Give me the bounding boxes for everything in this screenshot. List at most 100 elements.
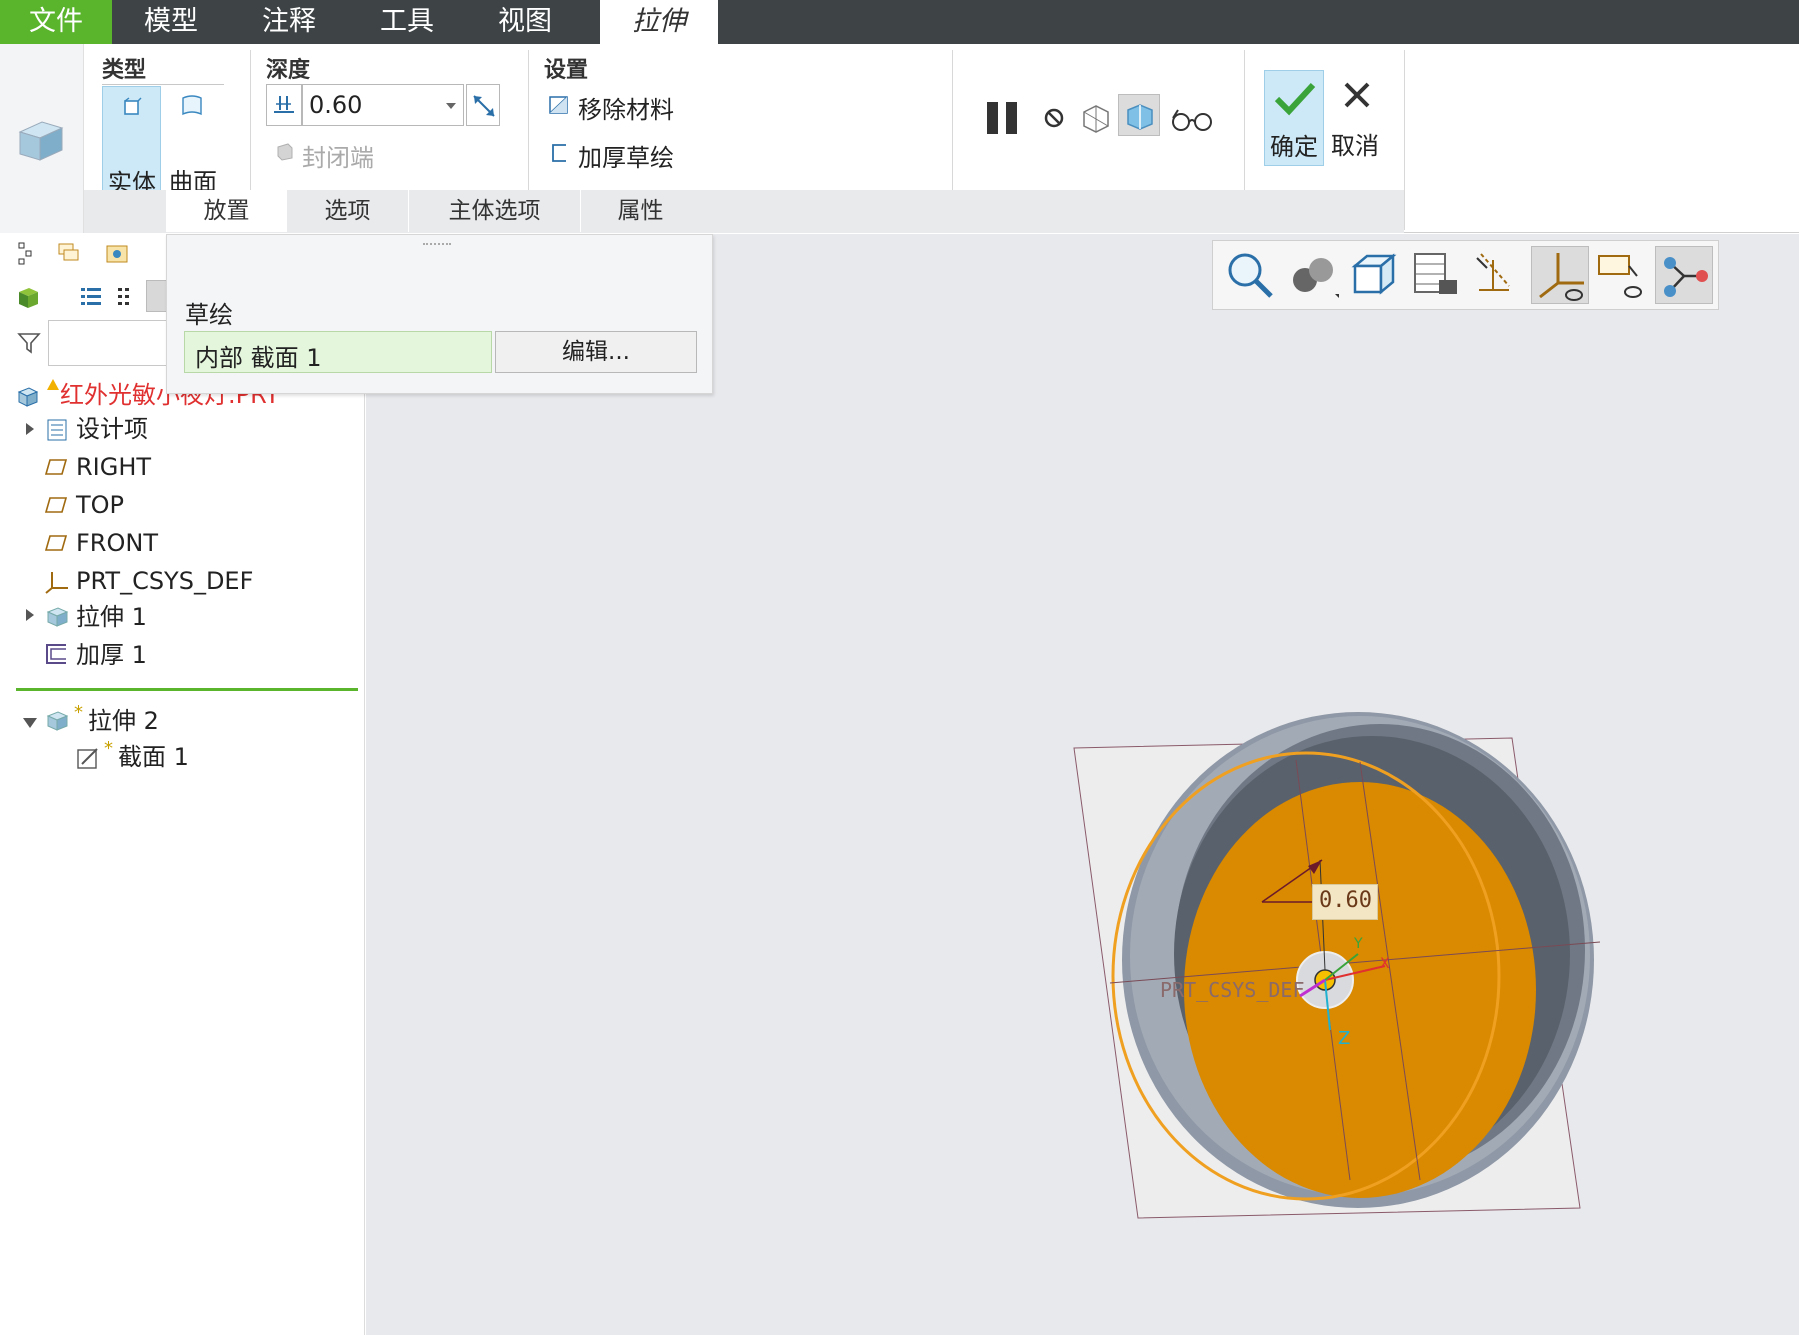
- preview-feature-button[interactable]: [1118, 94, 1160, 136]
- confirm-button[interactable]: 确定: [1264, 70, 1324, 166]
- collapse-arrow-icon[interactable]: [22, 716, 38, 730]
- cancel-button[interactable]: 取消: [1326, 70, 1386, 166]
- confirm-label: 确定: [1270, 133, 1318, 161]
- show-icon[interactable]: [16, 284, 42, 310]
- close-icon: [1344, 82, 1370, 108]
- menu-tab-model[interactable]: 模型: [112, 0, 230, 44]
- axis-y-label: Y: [1354, 936, 1363, 952]
- tab-body-options[interactable]: 主体选项: [408, 190, 580, 232]
- tree-item-extrude-2[interactable]: 拉伸 2: [88, 704, 159, 738]
- model-tree-icon[interactable]: [16, 240, 38, 266]
- thicken-sketch-checkbox[interactable]: 加厚草绘: [578, 138, 674, 173]
- depth-group-label: 深度: [266, 58, 311, 83]
- remove-material-icon: [549, 96, 568, 114]
- panel-toggle-button[interactable]: [146, 280, 168, 312]
- datum-display-button[interactable]: [1469, 246, 1527, 304]
- layer-tree-icon[interactable]: [56, 240, 82, 266]
- view-manager-button[interactable]: [1407, 246, 1465, 304]
- new-feature-marker: *: [74, 702, 83, 723]
- saved-views-button[interactable]: [1345, 246, 1403, 304]
- spin-center-button[interactable]: [1655, 246, 1713, 304]
- preview-feature-icon: [1127, 104, 1153, 130]
- depth-blind-icon: [274, 96, 294, 113]
- checkmark-icon: [1274, 82, 1316, 116]
- menu-tab-extrude[interactable]: 拉伸: [600, 0, 718, 44]
- extrude-feature-icon: [18, 121, 64, 161]
- edit-sketch-button[interactable]: 编辑...: [495, 331, 697, 373]
- zoom-fit-icon: [1228, 253, 1273, 298]
- tree-settings-icon[interactable]: [78, 284, 104, 310]
- tree-item-thicken-1[interactable]: 加厚 1: [76, 638, 147, 672]
- refit-button[interactable]: [1221, 246, 1279, 304]
- tree-columns-icon[interactable]: [116, 284, 132, 310]
- placement-panel: 草绘 内部 截面 1 编辑...: [166, 234, 713, 394]
- separator: [1404, 50, 1405, 230]
- depth-value: 0.60: [309, 91, 363, 119]
- pause-icon[interactable]: [984, 98, 1022, 138]
- tree-item-section-1[interactable]: 截面 1: [118, 740, 189, 774]
- preview-geometry-icon[interactable]: [1080, 102, 1112, 134]
- menu-bar: 文件 模型 注释 工具 视图 拉伸: [0, 0, 1799, 44]
- datum-plane-icon: [44, 535, 68, 551]
- separator: [1244, 50, 1245, 190]
- tree-item-extrude-1[interactable]: 拉伸 1: [76, 600, 147, 634]
- settings-group-label: 设置: [544, 58, 589, 83]
- menu-tab-view[interactable]: 视图: [466, 0, 584, 44]
- design-items-icon: [47, 419, 67, 441]
- surface-icon: [182, 95, 202, 116]
- no-preview-icon[interactable]: [1042, 106, 1066, 130]
- model-tree-panel: 红外光敏小夜灯.PRT 设计项 RIGHT TOP FRONT PRT_CSYS…: [0, 234, 365, 1335]
- separator: [952, 50, 953, 190]
- tree-item-front[interactable]: FRONT: [76, 526, 158, 560]
- axis-z-label: Z: [1338, 1028, 1351, 1049]
- flip-direction-icon: [473, 95, 495, 117]
- warning-icon: [47, 379, 59, 390]
- graphics-viewport[interactable]: 0.60 PRT_CSYS_DEF Z Y X: [366, 234, 1799, 1335]
- depth-dimension-tag[interactable]: 0.60: [1312, 884, 1378, 920]
- annotation-display-button[interactable]: [1593, 246, 1651, 304]
- view-toolbar: [1212, 240, 1719, 310]
- datum-plane-icon: [44, 497, 68, 513]
- sketch-collector[interactable]: 内部 截面 1: [184, 331, 492, 373]
- depth-type-button[interactable]: [266, 84, 302, 126]
- tree-item-design-items[interactable]: 设计项: [76, 412, 148, 446]
- datum-display-icon: [1476, 253, 1510, 291]
- tab-options[interactable]: 选项: [286, 190, 408, 232]
- csys-label: PRT_CSYS_DEF: [1160, 978, 1305, 1002]
- expand-arrow-icon[interactable]: [24, 608, 36, 622]
- type-group-label: 类型: [102, 58, 147, 83]
- panel-grip[interactable]: [423, 243, 451, 245]
- favorites-icon[interactable]: [104, 240, 130, 266]
- tab-properties[interactable]: 属性: [580, 190, 700, 232]
- tree-search-input[interactable]: [48, 320, 168, 366]
- solid-icon: [124, 97, 142, 115]
- chevron-down-icon[interactable]: [445, 101, 457, 111]
- model-graphics[interactable]: [366, 234, 1799, 1335]
- tree-item-top[interactable]: TOP: [76, 488, 124, 522]
- type-group-underline: [102, 84, 224, 85]
- expand-arrow-icon[interactable]: [24, 422, 36, 436]
- menu-tab-file[interactable]: 文件: [0, 0, 112, 44]
- shading-icon: [1293, 258, 1339, 298]
- display-style-button[interactable]: [1283, 246, 1341, 304]
- tab-placement[interactable]: 放置: [166, 190, 286, 232]
- menu-tab-tools[interactable]: 工具: [348, 0, 466, 44]
- verify-mode-icon[interactable]: [1170, 106, 1214, 134]
- depth-value-combobox[interactable]: 0.60: [302, 84, 464, 126]
- tree-item-csys[interactable]: PRT_CSYS_DEF: [76, 564, 253, 598]
- capped-ends-icon: [277, 143, 293, 161]
- tree-item-right[interactable]: RIGHT: [76, 450, 151, 484]
- capped-ends-checkbox[interactable]: 封闭端: [302, 138, 374, 173]
- insert-indicator[interactable]: [16, 688, 358, 691]
- flip-direction-button[interactable]: [466, 84, 500, 126]
- menu-tab-annotate[interactable]: 注释: [230, 0, 348, 44]
- remove-material-checkbox[interactable]: 移除材料: [578, 90, 674, 125]
- view-manager-icon: [1414, 253, 1457, 294]
- depth-dimension-value: 0.60: [1319, 888, 1372, 913]
- sketch-collector-value: 内部 截面 1: [195, 344, 322, 372]
- datum-plane-icon: [44, 459, 68, 475]
- thicken-icon: [46, 644, 66, 664]
- filter-icon[interactable]: [16, 330, 42, 356]
- csys-display-button[interactable]: [1531, 246, 1589, 304]
- axis-x-label: X: [1380, 956, 1390, 972]
